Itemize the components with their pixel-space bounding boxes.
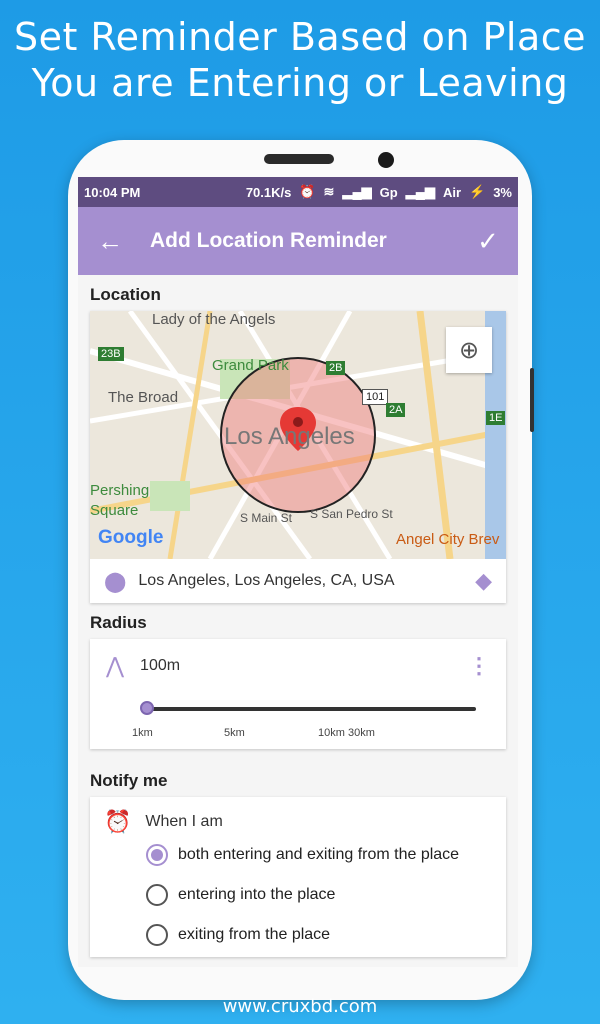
battery-level: 3% [493, 184, 512, 200]
check-icon[interactable]: ✓ [458, 226, 518, 257]
radio-button[interactable] [146, 884, 168, 906]
arrow-back-icon[interactable]: ← [78, 226, 142, 257]
address-row[interactable]: ⬤ Los Angeles, Los Angeles, CA, USA ◆ [90, 559, 506, 603]
radius-tick: 10km [318, 727, 345, 739]
phone-frame: 10:04 PM 70.1K/s ⏰ ≋ ▂▄▆ Gp ▂▄▆ Air ⚡ 3%… [68, 140, 534, 1000]
option-label: both entering and exiting from the place [178, 846, 460, 863]
route-badge: 2B [326, 361, 346, 375]
status-time: 10:04 PM [84, 184, 141, 200]
radio-button[interactable] [146, 924, 168, 946]
location-section-label: Location [90, 285, 161, 304]
map-label: Grand Park [212, 357, 289, 374]
app-bar: ← Add Location Reminder ✓ [78, 207, 518, 275]
map-label: Los Angeles [224, 423, 355, 450]
footer-url: www.cruxbd.com [222, 996, 378, 1017]
radius-tick: 30km [348, 727, 375, 739]
map-label: Lady of the Angels [152, 311, 276, 328]
address-text: Los Angeles, Los Angeles, CA, USA [138, 572, 395, 589]
compass-icon: ⋀ [106, 653, 125, 678]
location-pin-icon: ⬤ [104, 570, 127, 593]
status-bar: 10:04 PM 70.1K/s ⏰ ≋ ▂▄▆ Gp ▂▄▆ Air ⚡ 3% [78, 177, 518, 207]
more-vertical-icon[interactable]: ⋮ [468, 653, 490, 679]
location-card: Lady of the Angels Grand Park The Broad … [90, 311, 506, 603]
notify-card: ⏰ When I am both entering and exiting fr… [90, 797, 506, 957]
location-map[interactable]: Lady of the Angels Grand Park The Broad … [90, 311, 506, 559]
my-location-button[interactable]: ⊕ [446, 327, 492, 373]
route-badge: 101 [362, 389, 389, 405]
signal-icon: ▂▄▆ [405, 184, 435, 199]
radio-button[interactable] [146, 844, 168, 866]
map-label: S San Pedro St [310, 507, 393, 521]
signal-icon: ▂▄▆ [342, 184, 372, 199]
radius-tick: 5km [224, 727, 245, 739]
map-label: The Broad [108, 389, 179, 406]
map-label: S Main St [240, 511, 293, 525]
headline-line-2: You are Entering or Leaving [31, 61, 569, 105]
notify-option-entering[interactable]: entering into the place [104, 875, 492, 915]
radius-section-label: Radius [90, 613, 147, 632]
option-label: exiting from the place [178, 926, 331, 943]
notify-option-exiting[interactable]: exiting from the place [104, 915, 492, 955]
carrier-1: Gp [379, 184, 398, 200]
alarm-icon: ⏰ [299, 184, 316, 199]
phone-side-button [530, 368, 534, 432]
option-label: entering into the place [178, 886, 336, 903]
app-screen: 10:04 PM 70.1K/s ⏰ ≋ ▂▄▆ Gp ▂▄▆ Air ⚡ 3%… [78, 177, 518, 967]
alarm-clock-icon: ⏰ [104, 809, 132, 834]
route-badge: 23B [98, 347, 124, 361]
phone-speaker [264, 154, 334, 164]
radius-value: 100m [140, 657, 181, 674]
map-label: Pershing Square [90, 482, 150, 519]
notify-option-both[interactable]: both entering and exiting from the place [104, 835, 492, 875]
promo-headline: Set Reminder Based on Place You are Ente… [0, 14, 600, 106]
page-title: Add Location Reminder [150, 229, 387, 252]
map-label: Angel City Brev [396, 531, 500, 548]
crosshair-icon: ⊕ [458, 336, 480, 364]
route-badge: 2A [386, 403, 406, 417]
status-speed: 70.1K/s [245, 184, 292, 200]
when-label: When I am [145, 813, 223, 830]
charging-icon: ⚡ [469, 184, 486, 199]
carrier-2: Air [442, 184, 462, 200]
radius-slider-thumb[interactable] [140, 701, 154, 715]
route-badge: 1E [486, 411, 506, 425]
google-logo: Google [98, 527, 164, 548]
radius-card: ⋀ 100m ⋮ 1km 5km 10km 30km [90, 639, 506, 749]
notify-section-label: Notify me [90, 771, 168, 790]
phone-camera [378, 152, 394, 168]
wifi-icon: ≋ [323, 184, 335, 199]
headline-line-1: Set Reminder Based on Place [13, 15, 587, 59]
radius-slider-track[interactable] [146, 707, 476, 711]
directions-icon[interactable]: ◆ [475, 568, 492, 594]
radius-tick: 1km [132, 727, 153, 739]
